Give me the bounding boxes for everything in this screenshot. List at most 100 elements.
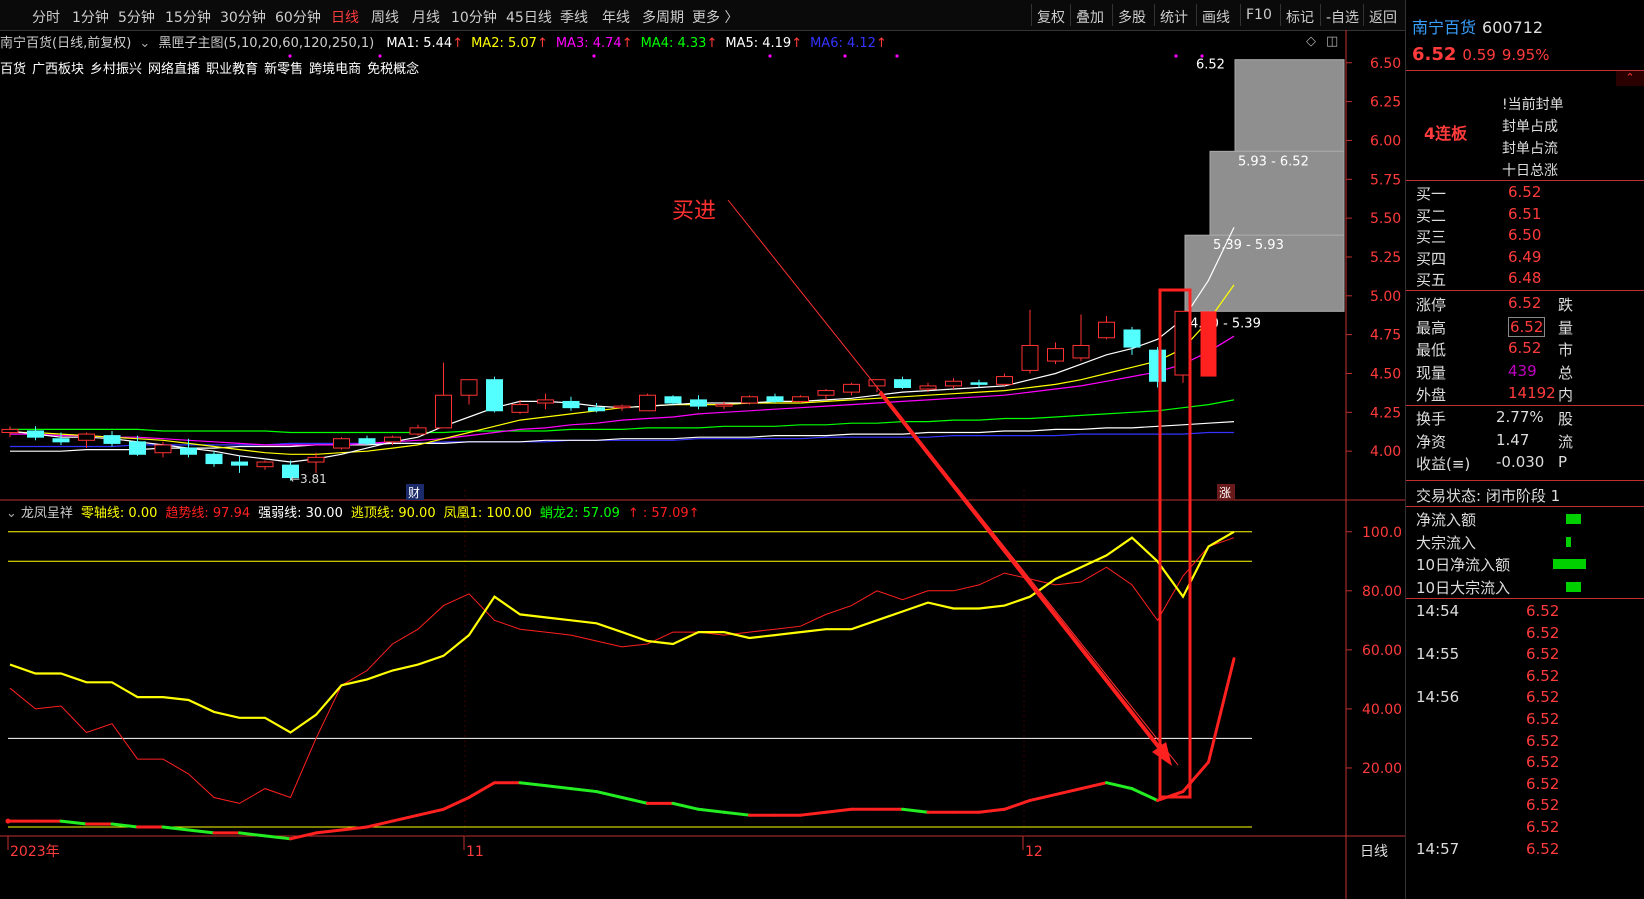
candle-body [307, 456, 325, 463]
signal-dot [1200, 54, 1204, 58]
candle-body [103, 435, 121, 444]
candle-body [996, 376, 1013, 385]
order-row: 买二 6.51 [1416, 205, 1541, 226]
indicator-tick-label: 80.00 [1362, 584, 1402, 600]
candle-body [409, 427, 427, 435]
kline-chart[interactable]: 6.50 6.25 6.00 5.75 5.50 5.25 5.00 4.75 4.50 4.25… [0, 0, 1405, 899]
stat-row: 涨停 6.52 跌 [1416, 294, 1573, 315]
ladder-label: 5.93 - 6.52 [1238, 154, 1309, 169]
order-price: 6.48 [1508, 269, 1542, 287]
price-tick-label: 4.00 [1370, 444, 1401, 460]
stat-label: 最高 [1416, 318, 1447, 337]
flow-row: 10日大宗流入 [1416, 577, 1581, 598]
candle [894, 376, 911, 390]
dragon-line-segment [569, 787, 598, 794]
candle [358, 435, 376, 445]
candle [486, 376, 503, 413]
x-axis-label: 12 [1025, 844, 1043, 860]
candle-body [1123, 329, 1141, 348]
candle [562, 396, 580, 411]
candle-body [1072, 345, 1090, 359]
indicator-tick-label: 60.00 [1362, 643, 1402, 659]
candle-body [613, 405, 631, 409]
candle-body [715, 404, 733, 407]
stock-name: 南宁百货 600712 [1412, 14, 1543, 38]
price-tick-label: 5.25 [1370, 250, 1401, 266]
price-tick-label: 6.00 [1370, 133, 1401, 149]
indicator-legend-item: 趋势线: 97.94 [165, 506, 251, 521]
candle-body [333, 438, 350, 449]
price-tick-label: 5.75 [1370, 172, 1401, 188]
divider [1406, 598, 1644, 599]
signal-dot [768, 54, 772, 58]
stat-tail: 流 [1558, 432, 1574, 451]
candle [256, 460, 274, 470]
candle [180, 438, 197, 458]
order-price: 6.49 [1508, 247, 1542, 266]
stat-label: 收益(≡) [1416, 455, 1471, 473]
dragon-line-segment [416, 807, 445, 817]
candle-body [919, 385, 937, 390]
indicator-select-icon[interactable]: ⌄ [6, 506, 17, 521]
candle-body [1047, 348, 1064, 362]
tick-time: 14:54 [1416, 602, 1460, 620]
dragon-line-segment [238, 831, 267, 838]
tick-price: 6.52 [1526, 666, 1560, 685]
indicator-legend-item: 蛸龙2: 57.09 [539, 506, 620, 521]
candle-body [1098, 321, 1115, 339]
indicator-legend-item: 零轴线: 0.00 [80, 506, 158, 521]
order-price: 6.50 [1508, 226, 1542, 244]
dragon-line-segment [595, 790, 624, 799]
dragon-line-segment [1003, 798, 1032, 811]
indicator-tick-label: 40.00 [1362, 702, 1402, 718]
dragon-line-segment [1181, 760, 1210, 794]
dragon-line-segment [671, 801, 700, 811]
board-note: !当前封单 [1502, 97, 1564, 113]
candle-body [537, 399, 554, 404]
candle [537, 393, 554, 410]
order-label: 买三 [1416, 228, 1447, 246]
candle-body [1021, 345, 1039, 371]
price-range-box [1234, 59, 1345, 152]
stat-value: 6.52 [1508, 316, 1546, 337]
order-price: 6.51 [1508, 204, 1542, 223]
stat-tail: 股 [1558, 410, 1574, 428]
stat-label: 净资 [1416, 432, 1447, 451]
flow-bar [1566, 536, 1571, 547]
dragon-line-segment [59, 819, 88, 826]
board-note: 封单占流 [1502, 141, 1558, 157]
indicator-tick-label: 20.00 [1362, 761, 1402, 777]
price-tick-label: 4.75 [1370, 328, 1401, 344]
buy-arrow-head [1152, 742, 1172, 766]
x-axis-label: 11 [466, 844, 484, 860]
candle [868, 379, 886, 393]
tick-time: 14:56 [1416, 688, 1460, 707]
candle-body [205, 453, 223, 465]
candle-body [27, 430, 44, 438]
price-change: 0.59 [1462, 46, 1496, 64]
x-axis-label: 日线 [1360, 844, 1388, 860]
flow-bar [1553, 559, 1586, 569]
price-tick-label: 6.50 [1370, 56, 1401, 72]
ladder-label: 5.39 - 5.93 [1213, 238, 1284, 253]
indicator-legend-item: 逃顶线: 90.00 [350, 506, 436, 521]
candle [843, 382, 860, 396]
candle-body [690, 399, 707, 407]
price-pct: 9.95% [1501, 46, 1550, 64]
collapse-icon[interactable]: ⌃ [1616, 70, 1644, 86]
stat-value: 1.47 [1496, 430, 1530, 449]
indicator-legend-item: ↑ : 57.09↑ [627, 506, 700, 521]
phoenix-curve [9, 530, 1235, 734]
ma-line-ma1 [9, 227, 1235, 463]
tick-price: 6.52 [1526, 753, 1560, 772]
dragon-line-segment [314, 828, 343, 835]
dragon-line-segment [1207, 657, 1236, 764]
candle [205, 451, 223, 467]
signal-dot [843, 54, 847, 58]
stat-label: 外盘 [1416, 386, 1447, 404]
order-row: 买五 6.48 [1416, 269, 1541, 290]
candle-body [945, 380, 962, 387]
order-label: 买五 [1416, 271, 1447, 289]
candle [231, 455, 248, 473]
candle [1072, 314, 1090, 362]
